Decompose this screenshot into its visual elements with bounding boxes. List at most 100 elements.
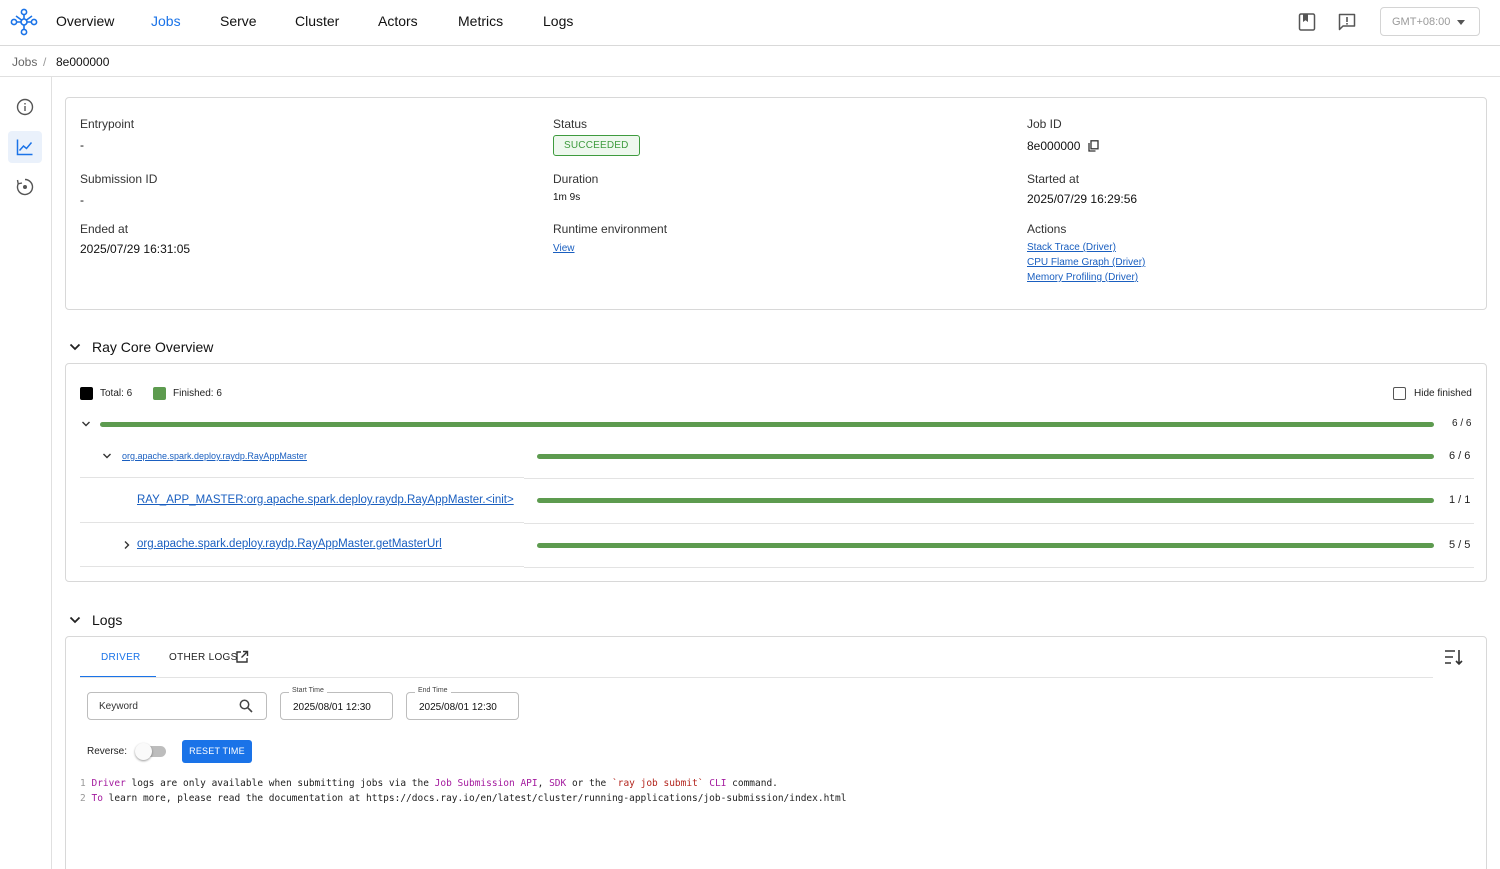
tab-driver[interactable]: DRIVER (101, 652, 141, 663)
task-get-master-url-progress-bar (537, 543, 1434, 548)
started-at-label: Started at (1027, 172, 1080, 186)
feedback-icon[interactable] (1337, 12, 1357, 32)
status-label: Status (553, 117, 588, 131)
docs-book-icon[interactable] (1297, 12, 1317, 32)
breadcrumb-jobs-link[interactable]: Jobs (12, 55, 37, 69)
reverse-toggle[interactable] (135, 743, 166, 760)
breadcrumb-current: 8e000000 (56, 55, 110, 69)
status-badge: SUCCEEDED (553, 135, 640, 156)
nav-serve[interactable]: Serve (220, 13, 257, 29)
side-nav-timeline[interactable] (8, 171, 42, 203)
log-text: learn more, please read the documentatio… (102, 793, 847, 804)
toggle-knob (135, 743, 152, 760)
end-time-label: End Time (415, 687, 451, 694)
chevron-right-icon[interactable] (122, 540, 132, 550)
tabs-divider (80, 677, 1433, 678)
legend-finished: Finished: 6 (173, 388, 222, 399)
hide-finished-checkbox[interactable] (1393, 387, 1406, 400)
memory-profiling-link[interactable]: Memory Profiling (Driver) (1027, 272, 1138, 283)
logs-card: DRIVER OTHER LOGS Keyword Start Time 202… (65, 636, 1487, 869)
job-id-value: 8e000000 (1027, 139, 1081, 153)
row-divider (524, 523, 1474, 524)
legend-total: Total: 6 (100, 388, 133, 399)
started-at-value: 2025/07/29 16:29:56 (1027, 192, 1138, 206)
breadcrumb: Jobs / 8e000000 (0, 46, 1500, 77)
reset-time-button[interactable]: RESET TIME (182, 740, 252, 763)
entrypoint-label: Entrypoint (80, 117, 135, 131)
ended-at-label: Ended at (80, 222, 129, 236)
search-icon[interactable] (239, 699, 253, 713)
chevron-down-icon[interactable] (102, 451, 112, 461)
task-group-progress-fill (537, 454, 1434, 459)
task-get-master-url-link[interactable]: org.apache.spark.deploy.raydp.RayAppMast… (137, 538, 442, 550)
duration-label: Duration (553, 172, 599, 186)
log-token: SDK (549, 778, 567, 789)
task-init-link[interactable]: RAY_APP_MASTER:org.apache.spark.deploy.r… (137, 494, 514, 506)
side-nav-metrics[interactable] (8, 131, 42, 163)
log-token: Job Submission API (434, 778, 538, 789)
nav-logs[interactable]: Logs (543, 13, 573, 29)
start-time-field[interactable]: Start Time 2025/08/01 12:30 (280, 687, 393, 720)
row-divider (80, 477, 524, 478)
stack-trace-link[interactable]: Stack Trace (Driver) (1027, 242, 1116, 253)
tab-other-logs[interactable]: OTHER LOGS (169, 652, 238, 663)
timezone-value: GMT+08:00 (1392, 16, 1451, 28)
task-init-progress-bar (537, 498, 1434, 503)
timezone-select[interactable]: GMT+08:00 (1380, 7, 1480, 36)
legend-total-swatch (80, 387, 93, 400)
chevron-down-icon[interactable] (68, 613, 82, 627)
ray-logo-icon[interactable] (10, 8, 38, 36)
chevron-down-icon[interactable] (81, 419, 91, 429)
tab-other-logs-label: OTHER LOGS (169, 652, 238, 663)
row-divider (524, 478, 1474, 479)
log-token: To (91, 793, 103, 804)
start-time-label: Start Time (289, 687, 327, 694)
legend-finished-swatch (153, 387, 166, 400)
nav-jobs[interactable]: Jobs (151, 13, 181, 29)
row-divider (80, 566, 524, 567)
log-text: command. (726, 778, 778, 789)
entrypoint-value: - (80, 138, 84, 152)
overall-progress-fill (100, 422, 1434, 427)
hide-finished-label: Hide finished (1414, 388, 1472, 399)
reverse-label: Reverse: (87, 746, 128, 757)
nav-actors[interactable]: Actors (378, 13, 418, 29)
copy-icon[interactable] (1088, 140, 1099, 152)
nav-cluster[interactable]: Cluster (295, 13, 339, 29)
line-number: 2 (80, 793, 86, 804)
nav-overview[interactable]: Overview (56, 13, 114, 29)
log-token: `ray job submit` (612, 778, 704, 789)
task-get-master-url-count: 5 / 5 (1449, 539, 1471, 551)
ray-core-overview-title: Ray Core Overview (92, 339, 214, 355)
submission-id-value: - (80, 193, 84, 207)
duration-value: 1m 9s (553, 192, 581, 203)
cpu-flame-graph-link[interactable]: CPU Flame Graph (Driver) (1027, 257, 1145, 268)
breadcrumb-separator: / (43, 55, 47, 69)
info-icon (16, 98, 34, 116)
sort-descending-icon[interactable] (1444, 649, 1464, 666)
log-line: 1 Driver logs are only available when su… (80, 778, 778, 789)
keyword-search-input[interactable]: Keyword (87, 692, 267, 720)
chevron-down-icon[interactable] (68, 340, 82, 354)
nav-metrics[interactable]: Metrics (458, 13, 503, 29)
log-token: CLI (709, 778, 727, 789)
chevron-down-icon (1457, 20, 1465, 25)
side-nav-info[interactable] (8, 91, 42, 123)
ray-core-overview-card: Total: 6 Finished: 6 Hide finished 6 / 6… (65, 363, 1487, 582)
open-in-new-icon[interactable] (235, 650, 249, 664)
row-divider (80, 522, 524, 523)
log-token: Driver (91, 778, 126, 789)
task-init-progress-fill (537, 498, 1434, 503)
log-text: logs are only available when submitting … (125, 778, 435, 789)
runtime-env-view-link[interactable]: View (553, 243, 575, 254)
end-time-value: 2025/08/01 12:30 (419, 702, 497, 713)
runtime-env-label: Runtime environment (553, 222, 668, 236)
top-navbar: Overview Jobs Serve Cluster Actors Metri… (0, 0, 1500, 46)
log-text: or the (566, 778, 612, 789)
keyword-placeholder: Keyword (99, 701, 138, 712)
task-group-link[interactable]: org.apache.spark.deploy.raydp.RayAppMast… (122, 451, 307, 461)
logs-title: Logs (92, 612, 123, 628)
row-divider (524, 567, 1474, 568)
timeline-icon (16, 178, 34, 196)
end-time-field[interactable]: End Time 2025/08/01 12:30 (406, 687, 519, 720)
